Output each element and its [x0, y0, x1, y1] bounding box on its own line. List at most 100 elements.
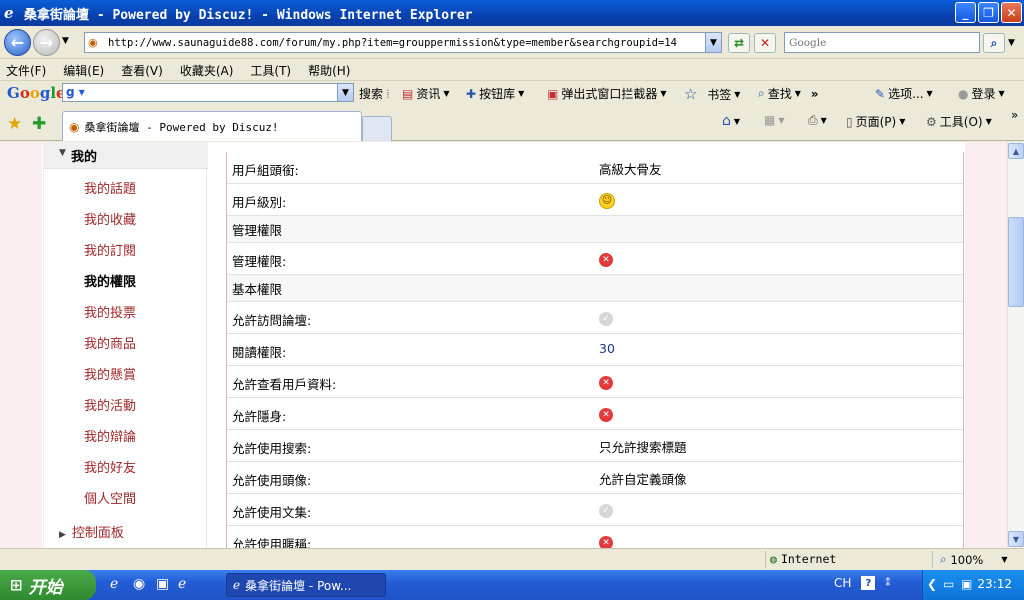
sidebar-header[interactable]: ▼ 我的: [44, 142, 208, 169]
permission-key: 基本權限: [232, 282, 283, 297]
chevron-down-icon: ▼: [518, 89, 525, 98]
quicklaunch-media-icon[interactable]: ◉: [133, 576, 145, 592]
scroll-down-icon[interactable]: ▼: [1008, 531, 1024, 547]
history-dropdown-icon[interactable]: ▼: [62, 36, 69, 46]
search-field[interactable]: [784, 32, 980, 53]
permission-key: 允許使用頭像:: [232, 473, 312, 488]
google-search-dropdown-icon[interactable]: ▼: [337, 84, 353, 101]
sign-in-button[interactable]: ● 登录 ▼: [958, 85, 1005, 102]
menu-file[interactable]: 文件(F): [6, 62, 46, 79]
bookmarks-button[interactable]: ☆ 书签 ▼: [684, 85, 740, 103]
permission-row: 允許使用文集: ✓: [227, 494, 963, 526]
denied-x-icon: ✕: [599, 253, 613, 267]
permission-row: 管理權限: ✕: [227, 243, 963, 275]
permission-section-row: 基本權限: [227, 275, 963, 302]
quicklaunch-desktop-icon[interactable]: ▣: [156, 576, 169, 592]
sidebar-item-my-polls[interactable]: 我的投票: [84, 302, 136, 321]
zoom-control[interactable]: ⌕ 100% ▼: [940, 552, 1008, 567]
menu-view[interactable]: 查看(V): [121, 62, 163, 79]
sidebar-item-my-goods[interactable]: 我的商品: [84, 333, 136, 352]
window-title-bar[interactable]: e 桑拿街論壇 - Powered by Discuz! - Windows I…: [0, 0, 1024, 26]
sidebar-item-my-subscriptions[interactable]: 我的訂閱: [84, 240, 136, 259]
menu-edit[interactable]: 编辑(E): [63, 62, 104, 79]
help-icon[interactable]: ?: [861, 576, 876, 590]
page-menu-button[interactable]: ▯ 页面(P) ▼: [846, 113, 905, 130]
permission-value: 高級大骨友: [599, 162, 662, 177]
triangle-right-icon: ▶: [59, 530, 66, 540]
chevron-down-icon: ▼: [794, 89, 801, 98]
sidebar-item-control-panel[interactable]: ▶ 控制面板: [59, 522, 124, 541]
refresh-button[interactable]: ⇄: [728, 33, 750, 53]
chevron-down-icon: ▼: [1001, 555, 1008, 564]
permission-row: 用戶級別: ☺: [227, 184, 963, 216]
google-search-field[interactable]: g ▾ ▼: [62, 83, 354, 102]
taskbar-item-ie-window[interactable]: ℯ 桑拿街論壇 - Pow...: [226, 573, 386, 597]
add-favorites-icon[interactable]: ✚: [32, 114, 46, 134]
permission-key: 管理權限:: [232, 254, 287, 269]
popup-blocker-button[interactable]: ▣ 弹出式窗口拦截器 ▼: [547, 85, 667, 102]
home-button[interactable]: ⌂ ▼: [722, 113, 740, 129]
back-button[interactable]: ←: [4, 29, 31, 56]
scroll-up-icon[interactable]: ▲: [1008, 143, 1024, 159]
monitor-icon[interactable]: ▣: [961, 577, 972, 591]
more-chevron-icon[interactable]: »: [811, 87, 819, 101]
sidebar-item-personal-space[interactable]: 個人空間: [84, 488, 136, 507]
google-news-button[interactable]: ▤ 资讯 ▼: [402, 85, 450, 102]
denied-x-icon: ✕: [599, 536, 613, 548]
favorites-star-icon[interactable]: ★: [7, 114, 22, 134]
ie-logo-icon: ℯ: [233, 578, 241, 592]
search-input[interactable]: [789, 33, 979, 52]
restore-button[interactable]: ❐: [978, 2, 999, 23]
sidebar-item-my-activities[interactable]: 我的活動: [84, 395, 136, 414]
quicklaunch-ie2-icon[interactable]: ℯ: [178, 576, 186, 592]
google-search-button[interactable]: 搜索 ⁞: [359, 85, 390, 102]
vertical-scrollbar[interactable]: ▲ ▼: [1007, 142, 1024, 548]
gear-icon: ⚙: [926, 114, 937, 129]
quicklaunch-ie-icon[interactable]: ℯ: [110, 576, 118, 592]
language-bar[interactable]: CH ? ⁑: [834, 576, 890, 590]
close-button[interactable]: ✕: [1001, 2, 1022, 23]
sidebar-item-my-rewards[interactable]: 我的懸賞: [84, 364, 136, 383]
windows-flag-icon: ⊞: [10, 576, 23, 594]
ime-options-icon[interactable]: ⁑: [885, 578, 890, 589]
address-dropdown-icon[interactable]: ▼: [705, 33, 721, 52]
sidebar-item-my-debates[interactable]: 我的辯論: [84, 426, 136, 445]
forward-button[interactable]: →: [33, 29, 60, 56]
chevron-down-icon: ▼: [820, 116, 827, 125]
more-tools-chevron-icon[interactable]: »: [1011, 108, 1018, 122]
url-input[interactable]: [108, 36, 708, 49]
stop-button[interactable]: ✕: [754, 33, 776, 53]
sidebar-item-my-favorites[interactable]: 我的收藏: [84, 209, 136, 228]
arrow-right-icon: →: [39, 33, 54, 52]
scroll-thumb[interactable]: [1008, 217, 1024, 307]
search-button[interactable]: ⌕: [983, 33, 1005, 53]
security-zone: ◍ Internet: [770, 552, 837, 566]
network-icon[interactable]: ▭: [943, 577, 954, 591]
options-button[interactable]: ✎ 选项... ▼: [875, 85, 933, 102]
sidebar-item-my-topics[interactable]: 我的話題: [84, 178, 136, 197]
tools-menu-button[interactable]: ⚙ 工具(O) ▼: [926, 113, 992, 130]
menu-favorites[interactable]: 收藏夹(A): [180, 62, 234, 79]
permission-value-denied: ✕: [599, 250, 613, 267]
new-tab-button[interactable]: [362, 116, 392, 141]
permission-value-denied: ✕: [599, 373, 613, 390]
start-button[interactable]: ⊞ 开始: [0, 570, 96, 600]
feeds-button[interactable]: ▦ ▼: [764, 113, 785, 127]
triangle-down-icon: ▼: [59, 148, 66, 158]
minimize-button[interactable]: _: [955, 2, 976, 23]
google-buttons-gallery[interactable]: ✚ 按钮库 ▼: [466, 85, 524, 102]
tray-expand-icon[interactable]: ❮: [927, 577, 937, 591]
address-field[interactable]: ◉ ▼: [84, 32, 722, 53]
sidebar-item-my-permissions[interactable]: 我的權限: [84, 271, 136, 290]
sidebar-item-my-friends[interactable]: 我的好友: [84, 457, 136, 476]
find-button[interactable]: ⌕ 查找 ▼ »: [758, 85, 819, 102]
tab-active[interactable]: ◉ 桑拿街論壇 - Powered by Discuz!: [62, 111, 362, 141]
permission-row: 用戶組頭銜: 高級大骨友: [227, 152, 963, 184]
menu-tools[interactable]: 工具(T): [250, 62, 291, 79]
search-dropdown-icon[interactable]: ▼: [1008, 38, 1015, 48]
print-button[interactable]: ⎙ ▼: [808, 113, 827, 128]
menu-help[interactable]: 帮助(H): [308, 62, 350, 79]
permission-key: 允許查看用戶資料:: [232, 377, 337, 392]
permission-key: 用戶組頭銜:: [232, 163, 299, 178]
permission-value-allowed: ✓: [599, 501, 613, 518]
